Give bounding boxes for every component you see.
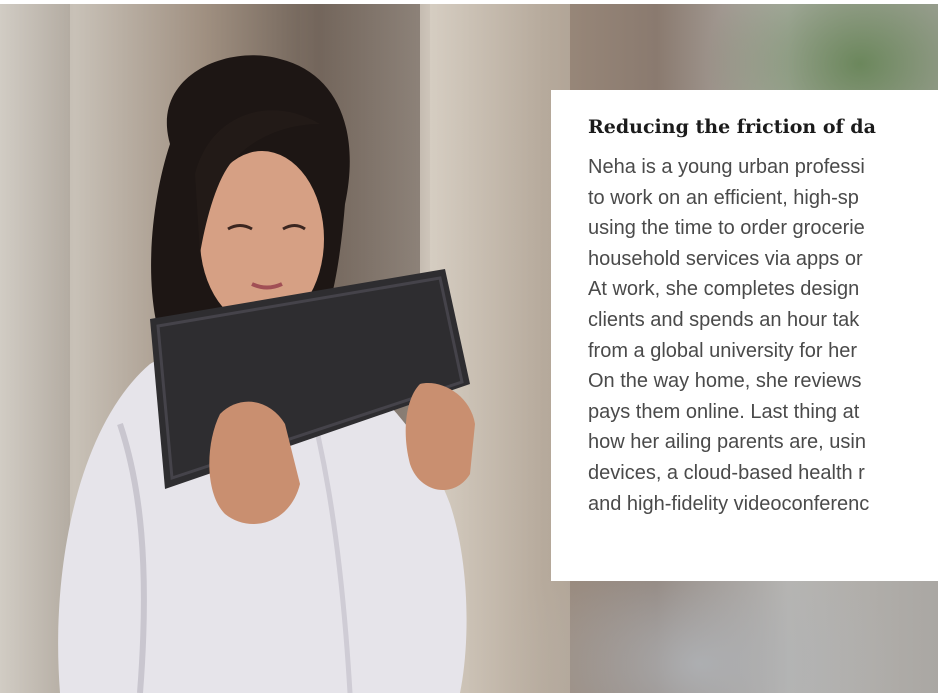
card-body: Neha is a young urban professi to work o… [588, 152, 938, 519]
body-line: household services via apps or [588, 247, 863, 270]
right-hand [405, 383, 475, 491]
body-line: clients and spends an hour tak [588, 308, 860, 331]
body-line: how her ailing parents are, usin [588, 431, 866, 454]
body-line: pays them online. Last thing at [588, 400, 860, 423]
body-line: using the time to order grocerie [588, 217, 865, 240]
body-line: At work, she completes design [588, 278, 860, 301]
card-title: Reducing the friction of da [588, 116, 876, 138]
body-line: from a global university for her [588, 339, 858, 362]
body-line: On the way home, she reviews [588, 370, 862, 393]
body-line: and high-fidelity videoconferenc [588, 492, 870, 515]
body-line: Neha is a young urban professi [588, 156, 865, 178]
text-card: Reducing the friction of da Neha is a yo… [551, 90, 938, 581]
page: Reducing the friction of da Neha is a yo… [0, 0, 938, 693]
body-line: to work on an efficient, high-sp [588, 186, 859, 209]
woman-figure [58, 55, 475, 693]
body-line: devices, a cloud-based health r [588, 461, 865, 484]
